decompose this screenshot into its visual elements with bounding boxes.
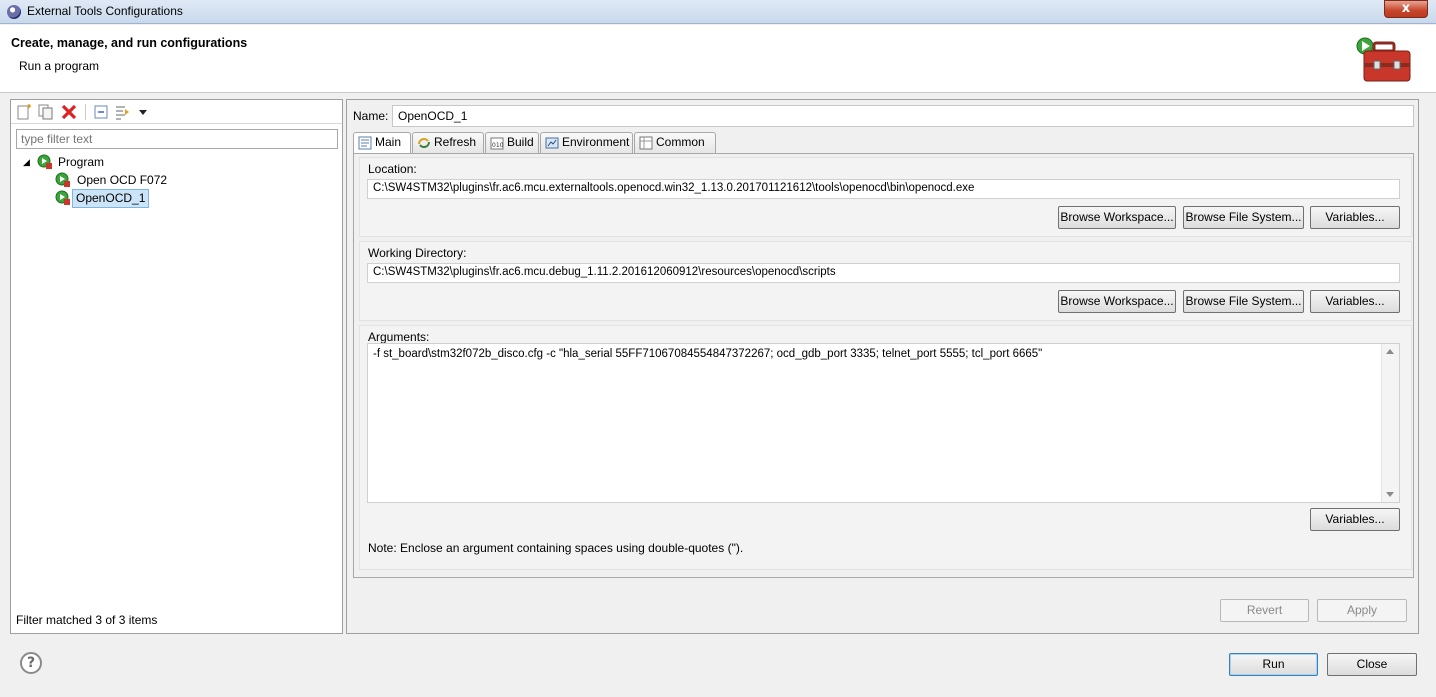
configuration-toolbar	[11, 100, 342, 124]
svg-text:010: 010	[492, 142, 504, 149]
close-button[interactable]: Close	[1327, 653, 1417, 676]
filter-icon[interactable]	[115, 104, 131, 120]
working-directory-label: Working Directory:	[368, 246, 467, 260]
working-directory-input[interactable]: C:\SW4STM32\plugins\fr.ac6.mcu.debug_1.1…	[367, 263, 1400, 283]
collapse-all-icon[interactable]	[93, 104, 109, 120]
tab-label: Environment	[562, 135, 630, 149]
external-tools-toolbox-icon	[1356, 37, 1411, 82]
location-variables-button[interactable]: Variables...	[1310, 206, 1400, 229]
tab-label: Refresh	[434, 135, 477, 149]
working-dir-variables-button[interactable]: Variables...	[1310, 290, 1400, 313]
build-icon: 010	[490, 137, 504, 150]
tree-item-label: OpenOCD_1	[72, 189, 150, 208]
environment-icon	[545, 137, 559, 149]
tab-build[interactable]: 010 Build	[485, 132, 539, 153]
arguments-label: Arguments:	[368, 330, 430, 344]
tab-label: Main	[375, 135, 402, 149]
scroll-down-icon[interactable]	[1386, 492, 1394, 497]
location-input[interactable]: C:\SW4STM32\plugins\fr.ac6.mcu.externalt…	[367, 179, 1400, 199]
refresh-icon	[418, 138, 430, 148]
window-title: External Tools Configurations	[27, 4, 183, 18]
main-tab-icon	[358, 136, 372, 150]
arguments-group: Arguments: -f st_board\stm32f072b_disco.…	[359, 325, 1412, 570]
location-browse-workspace-button[interactable]: Browse Workspace...	[1058, 206, 1176, 229]
arguments-text: -f st_board\stm32f072b_disco.cfg -c "hla…	[373, 348, 1043, 360]
common-icon	[639, 136, 653, 150]
location-group: Location: C:\SW4STM32\plugins\fr.ac6.mcu…	[359, 157, 1412, 237]
scroll-up-icon[interactable]	[1386, 349, 1394, 354]
configuration-editor: Name: OpenOCD_1 Main Refresh 010 Build E…	[346, 99, 1419, 634]
eclipse-icon	[7, 5, 21, 19]
title-bar: External Tools Configurations x	[0, 0, 1436, 24]
tab-strip: Main Refresh 010 Build Environment Commo…	[353, 132, 1153, 154]
help-icon[interactable]: ?	[20, 652, 42, 674]
new-configuration-icon[interactable]	[16, 104, 32, 120]
working-dir-browse-file-system-button[interactable]: Browse File System...	[1183, 290, 1304, 313]
arguments-scrollbar[interactable]	[1381, 344, 1399, 502]
run-button[interactable]: Run	[1229, 653, 1318, 676]
tab-main[interactable]: Main	[353, 132, 411, 154]
apply-button[interactable]: Apply	[1317, 599, 1407, 622]
program-icon	[37, 154, 52, 169]
main-tab-content: Location: C:\SW4STM32\plugins\fr.ac6.mcu…	[353, 153, 1414, 578]
arguments-note: Note: Enclose an argument containing spa…	[368, 541, 744, 555]
delete-icon[interactable]	[61, 104, 77, 120]
program-launch-icon	[55, 172, 70, 187]
location-browse-file-system-button[interactable]: Browse File System...	[1183, 206, 1304, 229]
filter-input[interactable]	[16, 129, 338, 149]
tab-label: Common	[656, 135, 705, 149]
duplicate-icon[interactable]	[38, 104, 54, 120]
configuration-list-panel: ◢ Program Open OCD F072 OpenOCD_1 Filter…	[10, 99, 343, 634]
working-dir-browse-workspace-button[interactable]: Browse Workspace...	[1058, 290, 1176, 313]
toolbar-separator	[85, 104, 86, 120]
tab-refresh[interactable]: Refresh	[412, 132, 484, 153]
header-title: Create, manage, and run configurations	[11, 36, 248, 50]
location-label: Location:	[368, 162, 417, 176]
arguments-variables-button[interactable]: Variables...	[1310, 508, 1400, 531]
arguments-textarea[interactable]: -f st_board\stm32f072b_disco.cfg -c "hla…	[367, 343, 1400, 503]
tree-item-label: Program	[58, 155, 105, 169]
working-directory-group: Working Directory: C:\SW4STM32\plugins\f…	[359, 241, 1412, 321]
dropdown-arrow-icon[interactable]	[135, 104, 151, 120]
name-label: Name:	[353, 109, 389, 123]
filter-status: Filter matched 3 of 3 items	[16, 613, 158, 627]
dialog-header: Create, manage, and run configurations R…	[0, 25, 1436, 93]
expand-arrow-icon[interactable]: ◢	[23, 154, 30, 171]
name-input[interactable]: OpenOCD_1	[392, 105, 1414, 127]
tab-common[interactable]: Common	[634, 132, 716, 153]
window-close-button[interactable]: x	[1384, 0, 1428, 18]
tab-label: Build	[507, 135, 534, 149]
program-launch-icon	[55, 190, 70, 205]
tab-environment[interactable]: Environment	[540, 132, 633, 153]
tree-item-label: Open OCD F072	[77, 173, 168, 187]
revert-button[interactable]: Revert	[1220, 599, 1309, 622]
header-subtitle: Run a program	[19, 59, 100, 73]
